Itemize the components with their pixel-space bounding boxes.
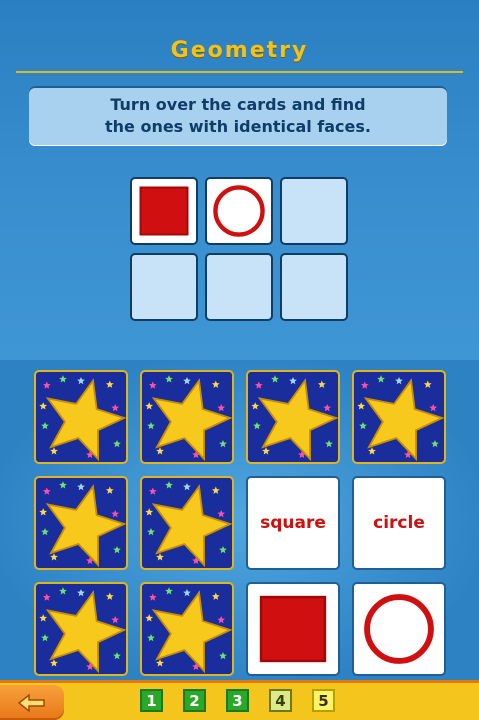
empty-slot <box>280 253 348 321</box>
level-button-1[interactable]: 1 <box>140 689 163 712</box>
shape-card-circle[interactable] <box>352 582 446 676</box>
star-icon <box>145 375 232 462</box>
face-down-card[interactable] <box>352 370 446 464</box>
instructions-line-2: the ones with identical faces. <box>104 117 371 136</box>
empty-slot <box>280 177 348 245</box>
shape-card-square[interactable] <box>246 582 340 676</box>
level-button-3[interactable]: 3 <box>226 689 249 712</box>
circle-shape-icon <box>364 594 434 664</box>
star-icon <box>145 481 232 568</box>
bottom-screen: square circle <box>0 360 479 680</box>
matched-slot-circle <box>205 177 273 245</box>
face-down-card[interactable] <box>34 582 128 676</box>
card-word: circle <box>373 513 425 533</box>
top-screen: Geometry Turn over the cards and find th… <box>0 0 479 360</box>
level-button-2[interactable]: 2 <box>183 689 206 712</box>
matched-pairs-tray <box>130 177 350 322</box>
card-board: square circle <box>34 370 446 676</box>
square-shape-icon <box>259 595 327 663</box>
star-icon <box>39 481 126 568</box>
star-icon <box>251 375 338 462</box>
word-card-square[interactable]: square <box>246 476 340 570</box>
instructions-line-1: Turn over the cards and find <box>110 95 366 114</box>
page-title: Geometry <box>170 38 309 63</box>
title-divider <box>16 71 463 73</box>
instructions-panel: Turn over the cards and find the ones wi… <box>29 86 447 146</box>
face-down-card[interactable] <box>34 370 128 464</box>
star-icon <box>357 375 444 462</box>
back-button[interactable] <box>0 685 64 720</box>
square-shape-icon <box>139 186 189 236</box>
face-down-card[interactable] <box>34 476 128 570</box>
card-word: square <box>260 513 326 533</box>
circle-shape-icon <box>213 185 265 237</box>
matched-slot-square <box>130 177 198 245</box>
empty-slot <box>205 253 273 321</box>
level-button-5[interactable]: 5 <box>312 689 335 712</box>
face-down-card[interactable] <box>246 370 340 464</box>
face-down-card[interactable] <box>140 370 234 464</box>
star-icon <box>145 587 232 674</box>
face-down-card[interactable] <box>140 582 234 676</box>
star-icon <box>39 375 126 462</box>
star-icon <box>39 587 126 674</box>
level-selector: 12345 <box>140 689 335 712</box>
footer-bar: 12345 <box>0 680 479 720</box>
face-down-card[interactable] <box>140 476 234 570</box>
empty-slot <box>130 253 198 321</box>
word-card-circle[interactable]: circle <box>352 476 446 570</box>
level-button-4[interactable]: 4 <box>269 689 292 712</box>
arrow-left-icon <box>17 692 45 713</box>
